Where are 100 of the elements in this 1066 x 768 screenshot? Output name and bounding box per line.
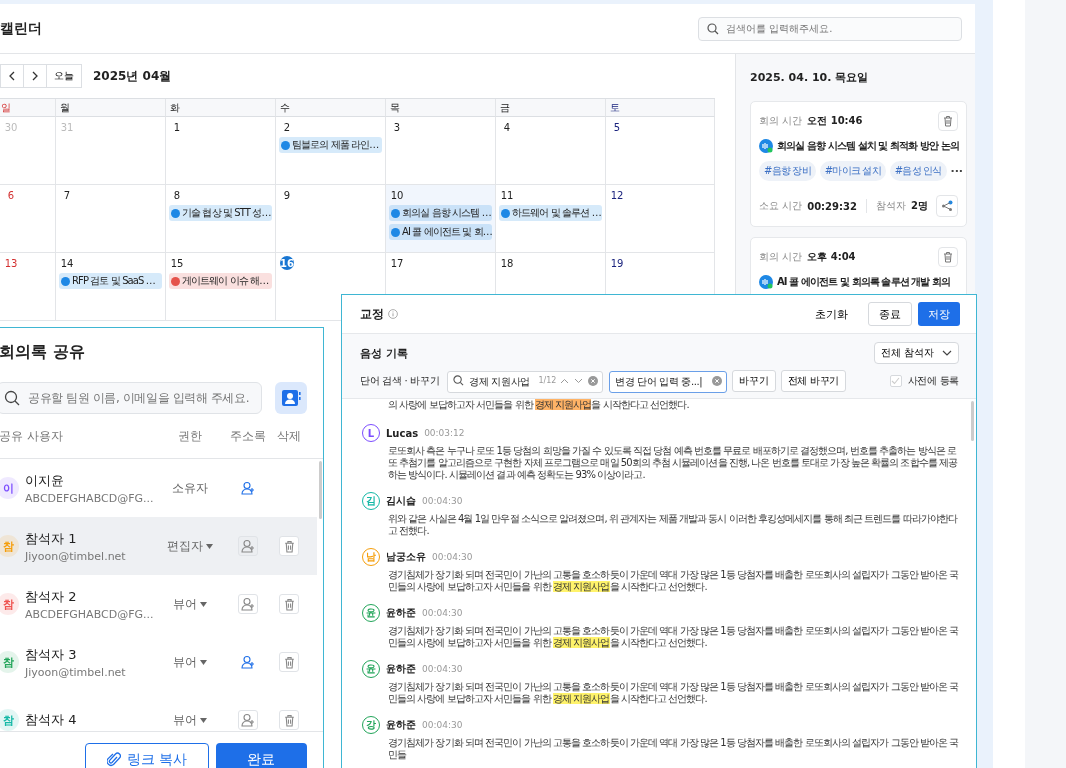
close-button[interactable]: 종료 <box>868 302 912 326</box>
event-chip[interactable]: 팀블로의 제품 라인… <box>279 137 382 153</box>
weekday-header: 월 <box>56 99 166 117</box>
replace-button[interactable]: 바꾸기 <box>732 370 776 392</box>
attendees-label: 참석자 <box>875 199 906 213</box>
day-cell[interactable]: 12 <box>606 185 715 253</box>
day-number: 31 <box>60 120 74 134</box>
meeting-card[interactable]: 회의 시간 오전 10:46 회의실 음향 시스템 설치 및 최적화 방안 논의 #음향 장비 #마이크 설치 #음성 인식 ··· 소요 시간 00:29:32 참석자 2명 <box>750 101 967 227</box>
day-cell[interactable]: 4 <box>496 117 606 185</box>
tag[interactable]: #음향 장비 <box>759 161 816 181</box>
timestamp: 00:04:30 <box>432 552 473 562</box>
role-dropdown[interactable]: 편집자 <box>167 537 213 555</box>
day-number: 5 <box>612 120 622 134</box>
avatar: 이 <box>0 477 19 499</box>
user-row[interactable]: 참 참석자 3 Jiyoon@timbel.net 뷰어 <box>0 633 317 691</box>
month-title: 2025년 04월 <box>93 67 172 85</box>
day-number: 10 <box>390 188 404 202</box>
event-title: 하드웨어 및 솔루션 … <box>512 206 601 220</box>
speaker-name: 윤하준 <box>386 606 416 620</box>
user-row[interactable]: 참 참석자 1 Jiyoon@timbel.net 편집자 <box>0 517 317 575</box>
transcript-text: 위와 같은 사실은 4월 1일 만우절 소식으로 알려졌으며, 위 관계자는 제품 개발과 동시 이러한 후킹성메세지를 통해 최근 트렌드를 따라가야한다고 전했다. <box>387 513 959 537</box>
day-number: 30 <box>4 120 18 134</box>
replace-field[interactable]: 변경 단어 입력 중...| <box>609 371 728 393</box>
event-chip[interactable]: 회의실 음향 시스템 … <box>389 205 492 221</box>
more-tags[interactable]: ··· <box>950 164 964 178</box>
save-button[interactable]: 저장 <box>918 302 960 326</box>
event-title: 팀블로의 제품 라인… <box>292 138 379 152</box>
day-number: 11 <box>500 188 514 202</box>
done-button[interactable]: 완료 <box>215 743 307 768</box>
avatar: 참 <box>0 593 19 615</box>
day-cell[interactable]: 10 회의실 음향 시스템 … AI 콜 에이전트 및 회… <box>386 185 496 253</box>
event-chip[interactable]: 기술 협상 및 STT 성… <box>169 205 272 221</box>
tag[interactable]: #음성 인식 <box>889 161 947 181</box>
day-cell[interactable]: 6 <box>0 185 56 253</box>
duration-label: 소요 시간 <box>759 199 803 213</box>
day-number: 7 <box>62 188 72 202</box>
column-header: 주소록 <box>229 427 267 445</box>
event-chip[interactable]: AI 콜 에이전트 및 회… <box>389 224 492 240</box>
day-cell[interactable]: 14 RFP 검토 및 SaaS … <box>56 253 166 321</box>
role-dropdown[interactable]: 뷰어 <box>173 595 207 613</box>
avatar: 김 <box>362 492 380 510</box>
user-row[interactable]: 참 참석자 2 ABCDEFGHABCD@FG... 뷰어 <box>0 575 317 633</box>
avatar: 참 <box>0 651 19 673</box>
event-title: 회의실 음향 시스템 … <box>402 206 491 220</box>
user-name: 참석자 4 <box>25 711 78 729</box>
search-field[interactable]: 검색어를 입력해주세요. <box>698 16 962 41</box>
search-field[interactable]: 공유할 팀원 이름, 이메일을 입력해 주세요. <box>0 382 262 414</box>
avatar: 남 <box>362 548 380 566</box>
event-chip[interactable]: 게이트웨이 이슈 해… <box>169 273 272 289</box>
search-label: 단어 검색 · 바꾸기 <box>360 374 440 388</box>
timestamp: 00:04:30 <box>422 664 463 674</box>
transcript-text: 로또회사 측은 누구나 로또 1등 당첨의 희망을 가질 수 있도록 직접 당첨 예측 번호를 무료로 배포하기로 결정했으며, 번호를 추출하는 방식은 로또 추첨기를 알고리즘으로 구현한 자체 프로그램으로 매일 50회의 추첨 시뮬레이션을 진행, 나온 번호를 토대로 가장 높은 확률의 조합수를 제공하는 방식이다. 시뮬레이션 결과 예측 정확도는 93% 이상이라고. <box>387 445 959 481</box>
day-number: 17 <box>390 256 404 270</box>
day-number: 12 <box>610 188 624 202</box>
timestamp: 00:03:12 <box>424 428 465 438</box>
speaker-name: 윤하준 <box>386 662 416 676</box>
day-cell[interactable]: 11 하드웨어 및 솔루션 … <box>496 185 606 253</box>
day-cell[interactable]: 5 <box>606 117 715 185</box>
today-button[interactable]: 오늘 <box>46 64 82 88</box>
user-row[interactable]: 이 이지윤 ABCDEFGHABCD@FG... 소유자 <box>0 459 317 517</box>
timestamp: 00:04:30 <box>422 496 463 506</box>
event-chip[interactable]: RFP 검토 및 SaaS … <box>59 273 162 289</box>
transcript-text: 경기침체가 장기화 되며 전국민이 가난의 고통을 호소하듯이 가운데 역대 가장 많은 1등 당첨자를 배출한 로또회사의 설립자가 그동안 받아온 국민들 <box>387 737 960 761</box>
day-number: 16 <box>280 256 294 270</box>
day-number: 14 <box>60 256 74 270</box>
day-cell[interactable]: 7 <box>56 185 166 253</box>
day-cell[interactable]: 8 기술 협상 및 STT 성… <box>166 185 276 253</box>
weekday-header: 수 <box>276 99 386 117</box>
event-title: 게이트웨이 이슈 해… <box>182 274 269 288</box>
section-title: 음성 기록 <box>360 345 408 361</box>
role-dropdown[interactable]: 뷰어 <box>173 653 207 671</box>
day-number: 19 <box>610 256 624 270</box>
weekday-header: 목 <box>386 99 496 117</box>
day-cell[interactable]: 15 게이트웨이 이슈 해… <box>166 253 276 321</box>
day-number: 9 <box>282 188 292 202</box>
timestamp: 00:04:30 <box>422 608 463 618</box>
day-number: 1 <box>172 120 182 134</box>
column-header: 삭제 <box>276 427 302 445</box>
role-dropdown[interactable]: 뷰어 <box>173 711 207 729</box>
tag[interactable]: #마이크 설치 <box>819 161 886 181</box>
event-chip[interactable]: 하드웨어 및 솔루션 … <box>499 205 602 221</box>
speaker-dropdown[interactable]: 전체 참석자 <box>873 342 959 364</box>
day-cell[interactable]: 13 <box>0 253 56 321</box>
day-cell[interactable]: 2 팀블로의 제품 라인… <box>276 117 386 185</box>
user-row[interactable]: 참 참석자 4 뷰어 <box>0 691 317 731</box>
avatar: 윤 <box>362 604 380 622</box>
avatar: 윤 <box>362 660 380 678</box>
page-title: 캘린더 <box>0 19 42 38</box>
copy-link-button[interactable]: 링크 복사 <box>85 743 209 768</box>
day-cell[interactable]: 1 <box>166 117 276 185</box>
day-number: 13 <box>4 256 18 270</box>
reset-button[interactable]: 초기화 <box>805 302 858 326</box>
day-number: 8 <box>172 188 182 202</box>
dialog-title: 교정 <box>360 305 384 323</box>
speaker-name: 남궁소유 <box>386 550 426 564</box>
user-email: ABCDEFGHABCD@FG... <box>25 491 155 505</box>
weekday-header: 금 <box>496 99 606 117</box>
time-label: 회의 시간 <box>759 114 803 128</box>
transcript-text: 경기침체가 장기화 되며 전국민이 가난의 고통을 호소하듯이 가운데 역대 가장 많은 1등 당첨자를 배출한 로또회사의 설립자가 그동안 받아온 국민들의 사랑에 보답하고자 서민들을 위한 경제 지원사업을 시작한다고 선언했다. <box>387 681 960 705</box>
replace-all-button[interactable]: 전체 바꾸기 <box>780 370 846 392</box>
